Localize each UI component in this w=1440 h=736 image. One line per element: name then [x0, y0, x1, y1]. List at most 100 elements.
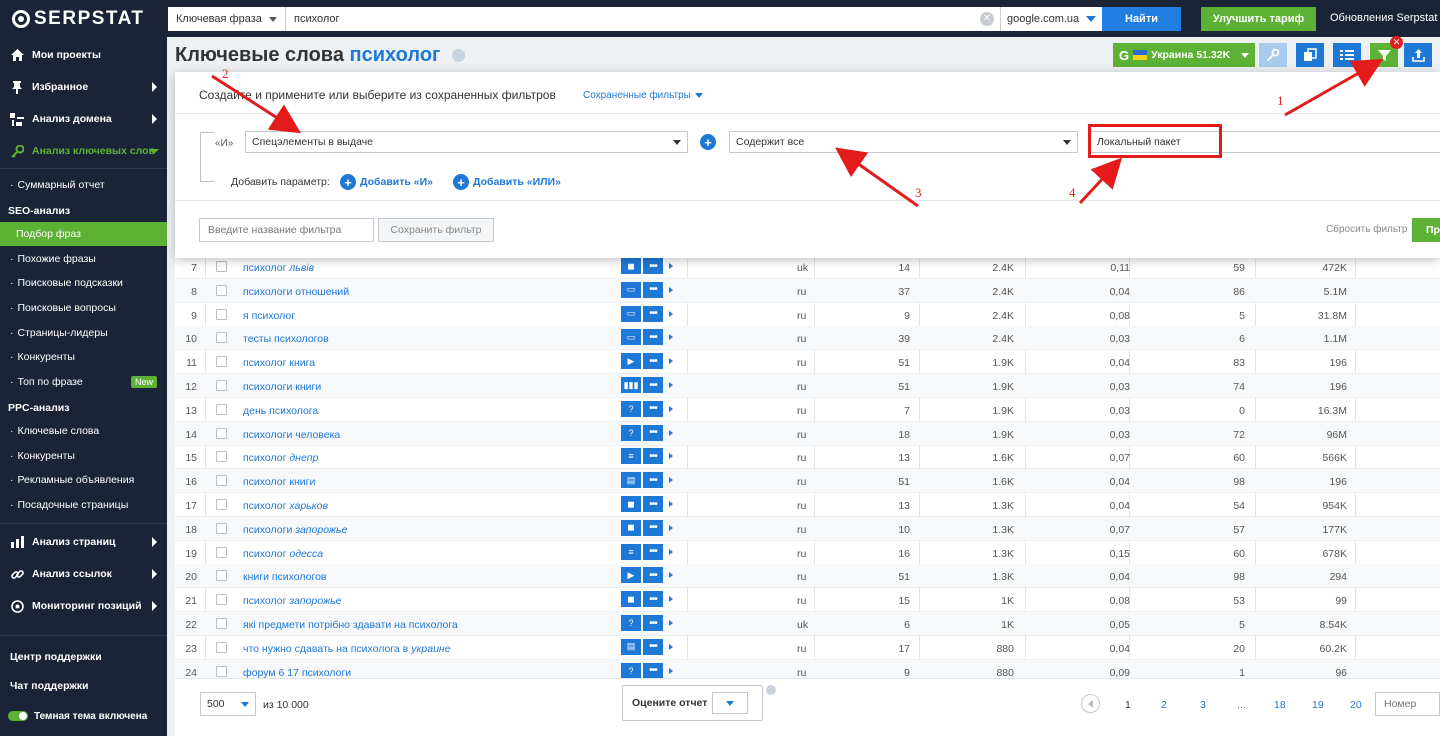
reset-filter-link[interactable]: Сбросить фильтр: [1326, 224, 1407, 235]
row-checkbox[interactable]: [216, 594, 227, 606]
chevron-right-icon[interactable]: [669, 596, 673, 603]
sidebar-item-rank-tracker[interactable]: Мониторинг позиций: [0, 590, 167, 622]
chevron-right-icon[interactable]: [669, 358, 673, 365]
serpstat-logo[interactable]: SERPSTAT: [12, 8, 145, 30]
serp-feature-icon[interactable]: ▭: [621, 281, 641, 298]
keyword-link[interactable]: які предмети потрібно здавати на психоло…: [243, 619, 458, 631]
search-input[interactable]: [286, 7, 1000, 31]
more-features-icon[interactable]: •••: [643, 662, 663, 678]
filter-name-input[interactable]: [199, 218, 374, 242]
serp-feature-icon[interactable]: ▤: [621, 638, 641, 655]
search-type-select[interactable]: Ключевая фраза: [168, 7, 286, 31]
serp-feature-icon[interactable]: ◼: [621, 519, 641, 536]
filter-close-icon[interactable]: ✕: [1390, 36, 1403, 49]
table-row[interactable]: 14 психологи человека? ••• ru 18 1.9K 0,03 72 96…: [175, 421, 1440, 446]
serp-feature-icon[interactable]: ▭: [621, 329, 641, 346]
more-features-icon[interactable]: •••: [643, 281, 663, 298]
table-row[interactable]: 8 психологи отношений ▭ ••• ru 37 2.4K 0,04 86 5.…: [175, 278, 1440, 303]
serp-feature-icon[interactable]: ◼: [621, 258, 641, 274]
row-checkbox[interactable]: [216, 618, 227, 629]
page-link[interactable]: 20: [1350, 699, 1362, 711]
sidebar-item-phrase-selection[interactable]: Подбор фраз: [0, 222, 167, 246]
row-checkbox[interactable]: [216, 451, 227, 463]
table-row[interactable]: 23 что нужно сдавать на психолога в украи…: [175, 636, 1440, 660]
sidebar-item-keyword-analysis[interactable]: Анализ ключевых слов: [0, 135, 167, 167]
keyword-link[interactable]: тесты психологов: [243, 333, 329, 345]
row-checkbox[interactable]: [216, 665, 227, 677]
chevron-right-icon[interactable]: [669, 310, 673, 317]
page-link[interactable]: 19: [1312, 699, 1324, 711]
sidebar-item-support-chat[interactable]: Чат поддержки: [0, 670, 167, 702]
apply-filter-button[interactable]: Пр: [1412, 218, 1440, 242]
table-row[interactable]: 10 тесты психологов ▭ ••• ru 39 2.4K 0,03 6 1.1M: [175, 326, 1440, 351]
clear-icon[interactable]: ✕: [980, 12, 994, 26]
table-row[interactable]: 13 день психолога? ••• ru 7 1.9K 0,03 0 16.3M: [175, 398, 1440, 422]
sidebar-item-competitors[interactable]: · Конкуренты: [0, 345, 167, 369]
more-features-icon[interactable]: •••: [643, 638, 663, 655]
keyword-link[interactable]: психологи отношений: [243, 286, 349, 298]
row-checkbox[interactable]: [216, 570, 227, 582]
table-row[interactable]: 15 психолог днепр ≡ ••• ru 13 1.6K 0,07 60 566K: [175, 445, 1440, 470]
info-icon[interactable]: [451, 49, 465, 63]
rate-select[interactable]: [712, 692, 748, 714]
row-checkbox[interactable]: [216, 332, 227, 344]
table-row[interactable]: 16 психолог книги ▤ ••• ru 51 1.6K 0,04 98 196: [175, 469, 1440, 494]
chevron-right-icon[interactable]: [669, 667, 673, 674]
more-features-icon[interactable]: •••: [643, 591, 663, 608]
more-features-icon[interactable]: •••: [643, 400, 663, 417]
chevron-right-icon[interactable]: [669, 405, 673, 412]
keyword-link[interactable]: психолог книга: [243, 357, 315, 369]
more-features-icon[interactable]: •••: [643, 496, 663, 512]
add-condition-icon[interactable]: +: [700, 134, 716, 150]
row-checkbox[interactable]: [216, 284, 227, 296]
sidebar-item-landing-pages[interactable]: · Посадочные страницы: [0, 493, 167, 517]
row-checkbox[interactable]: [216, 308, 227, 320]
serp-feature-icon[interactable]: ▤: [621, 472, 641, 489]
chevron-right-icon[interactable]: [669, 643, 673, 650]
more-features-icon[interactable]: •••: [643, 519, 663, 536]
sidebar-item-domain-analysis[interactable]: Анализ домена: [0, 103, 167, 135]
sidebar-item-ads[interactable]: · Рекламные объявления: [0, 468, 167, 492]
parameter-select[interactable]: Спецэлементы в выдаче: [245, 131, 688, 153]
serp-feature-icon[interactable]: ?: [621, 662, 641, 678]
key-tool-button[interactable]: [1259, 43, 1287, 67]
row-checkbox[interactable]: [216, 546, 227, 558]
table-row[interactable]: 9 я психолог ▭ ••• ru 9 2.4K 0,08 5 31.8M: [175, 303, 1440, 327]
table-row[interactable]: 17 психолог харьков ◼ ••• ru 13 1.3K 0,04 54 954K: [175, 493, 1440, 517]
chevron-right-icon[interactable]: [669, 453, 673, 460]
copy-button[interactable]: [1296, 43, 1324, 67]
keyword-link[interactable]: психологи запорожье: [243, 524, 347, 536]
more-features-icon[interactable]: •••: [643, 329, 663, 346]
sidebar-item-ppc-competitors[interactable]: · Конкуренты: [0, 444, 167, 468]
prev-page-button[interactable]: [1081, 694, 1100, 713]
more-features-icon[interactable]: •••: [643, 448, 663, 465]
serp-feature-icon[interactable]: ▶: [621, 353, 641, 370]
row-checkbox[interactable]: [216, 499, 227, 510]
table-row[interactable]: 19 психолог одесса ≡ ••• ru 16 1.3K 0,15 60 678K: [175, 541, 1440, 565]
per-page-select[interactable]: 500: [200, 692, 256, 716]
region-select[interactable]: G Украина 51.32K: [1113, 43, 1255, 67]
sidebar-item-summary[interactable]: · Суммарный отчет: [0, 173, 167, 197]
row-checkbox[interactable]: [216, 522, 227, 534]
chevron-right-icon[interactable]: [669, 429, 673, 436]
row-checkbox[interactable]: [216, 641, 227, 653]
more-features-icon[interactable]: •••: [643, 567, 663, 584]
serp-feature-icon[interactable]: ?: [621, 424, 641, 441]
more-features-icon[interactable]: •••: [643, 377, 663, 393]
sidebar-item-page-analysis[interactable]: Анализ страниц: [0, 526, 167, 558]
keyword-link[interactable]: день психолога: [243, 405, 318, 417]
chevron-right-icon[interactable]: [669, 524, 673, 531]
updates-link[interactable]: Обновления Serpstat: [1330, 12, 1437, 24]
table-row[interactable]: 18 психологи запорожье ◼ ••• ru 10 1.3K 0,07 57 1…: [175, 516, 1440, 541]
sidebar-item-support-center[interactable]: Центр поддержки: [0, 641, 167, 673]
serp-feature-icon[interactable]: ?: [621, 400, 641, 417]
keyword-link[interactable]: форум 6 17 психологи: [243, 667, 351, 678]
serp-feature-icon[interactable]: ▶: [621, 567, 641, 584]
page-link[interactable]: 2: [1161, 699, 1167, 711]
add-or-button[interactable]: + Добавить «ИЛИ»: [453, 174, 561, 190]
sidebar-item-ppc-keywords[interactable]: · Ключевые слова: [0, 419, 167, 443]
table-row[interactable]: 11 психолог книга ▶ ••• ru 51 1.9K 0,04 83 196: [175, 350, 1440, 375]
more-features-icon[interactable]: •••: [643, 353, 663, 370]
database-select[interactable]: google.com.ua: [1000, 7, 1102, 31]
more-features-icon[interactable]: •••: [643, 543, 663, 560]
